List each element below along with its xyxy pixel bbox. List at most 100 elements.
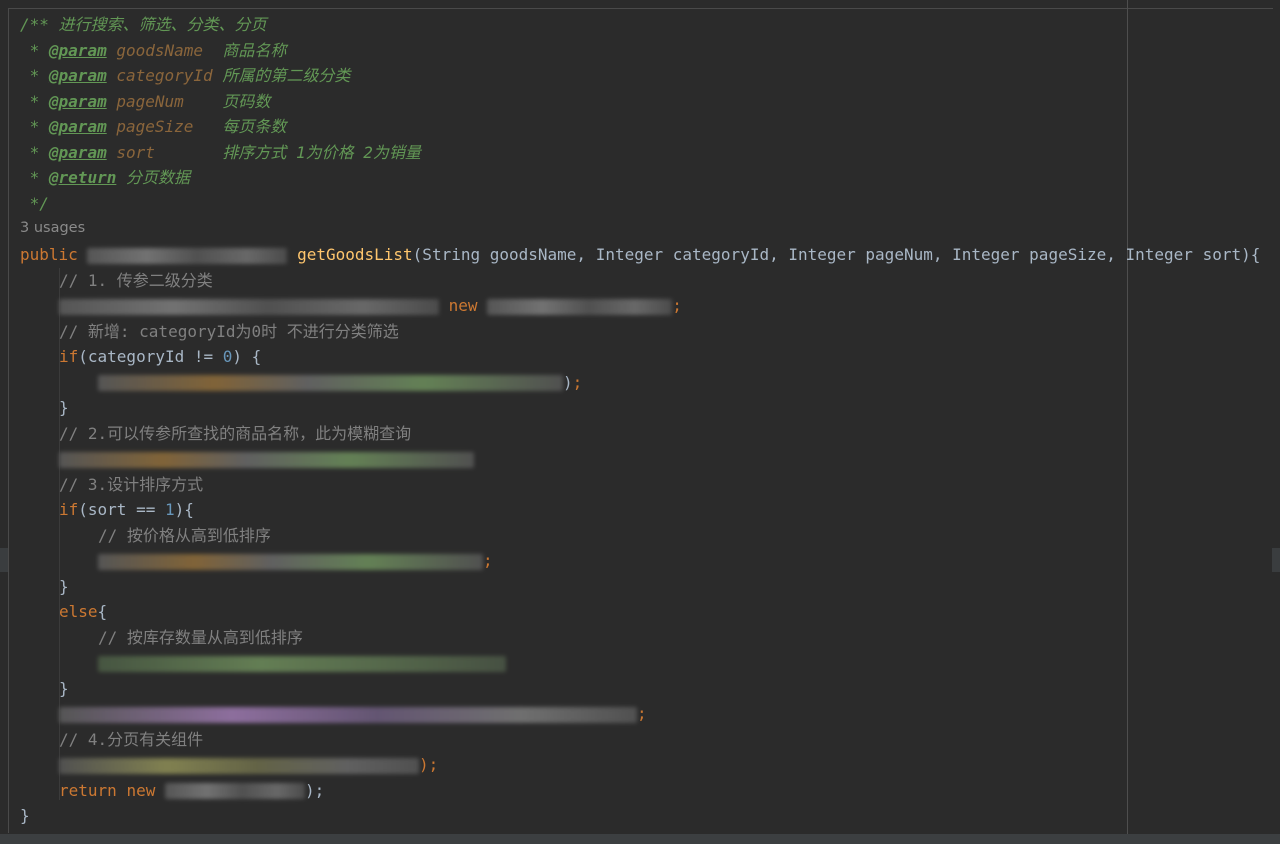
code-line: * @param pageSize 每页条数 bbox=[20, 114, 287, 140]
indent-guide bbox=[59, 625, 60, 680]
paren-semicolon: ); bbox=[304, 780, 325, 800]
code-line: /** 进行搜索、筛选、分类、分页 bbox=[20, 12, 267, 38]
return-keyword: return bbox=[59, 780, 117, 800]
doc-param-tag[interactable]: @param bbox=[49, 41, 107, 60]
code-line: return new ); bbox=[59, 778, 324, 804]
doc-comment-close: */ bbox=[20, 193, 49, 213]
method-params: (String goodsName, Integer categoryId, I… bbox=[412, 245, 1261, 264]
close-brace: } bbox=[59, 398, 69, 417]
if-close: ){ bbox=[174, 500, 194, 519]
doc-param-name: pageNum bbox=[116, 91, 184, 111]
if-condition: (sort == bbox=[78, 500, 165, 519]
redacted-code bbox=[59, 298, 439, 315]
code-editor[interactable]: /** 进行搜索、筛选、分类、分页 * @param goodsName 商品名… bbox=[0, 0, 1280, 844]
doc-param-desc: 所属的第二级分类 bbox=[222, 66, 351, 85]
doc-pad bbox=[155, 143, 222, 162]
code-line: } bbox=[59, 676, 69, 702]
code-line: } bbox=[59, 574, 69, 600]
code-line: * @param pageNum 页码数 bbox=[20, 89, 271, 115]
close-brace: } bbox=[59, 576, 69, 596]
code-line bbox=[98, 650, 506, 676]
redacted-code bbox=[59, 706, 637, 723]
code-line: // 按库存数量从高到低排序 bbox=[98, 625, 303, 651]
number-literal: 0 bbox=[222, 347, 233, 366]
code-line: ); bbox=[59, 752, 438, 778]
redacted-code bbox=[98, 655, 506, 672]
number-literal: 1 bbox=[164, 500, 175, 519]
doc-pad bbox=[203, 41, 222, 60]
doc-param-desc: 排序方式 1为价格 2为销量 bbox=[222, 142, 421, 162]
comment: // 1. 传参二级分类 bbox=[59, 270, 213, 290]
doc-param-name: pageSize bbox=[116, 117, 194, 136]
code-line: if(categoryId != 0) { bbox=[59, 344, 261, 370]
code-line: } bbox=[20, 803, 30, 829]
code-line: new ; bbox=[59, 293, 682, 319]
doc-star: * bbox=[20, 168, 49, 187]
doc-param-tag[interactable]: @param bbox=[49, 66, 107, 85]
new-keyword: new bbox=[448, 296, 478, 315]
doc-param-name: categoryId bbox=[116, 66, 213, 85]
if-close: ) { bbox=[232, 347, 262, 366]
code-line: // 按价格从高到低排序 bbox=[98, 523, 271, 549]
doc-pad bbox=[193, 117, 222, 136]
doc-pad bbox=[184, 92, 223, 111]
if-keyword: if bbox=[59, 500, 79, 519]
code-line: } bbox=[59, 395, 69, 421]
semicolon: ; bbox=[637, 704, 647, 723]
right-scroll-marker[interactable] bbox=[1272, 548, 1280, 572]
method-name[interactable]: getGoodsList bbox=[297, 245, 413, 264]
redacted-code bbox=[59, 451, 474, 468]
left-scroll-marker bbox=[0, 548, 8, 572]
horizontal-scrollbar[interactable] bbox=[0, 834, 1280, 844]
new-keyword: new bbox=[126, 780, 156, 800]
doc-comment-open: /** bbox=[20, 15, 59, 34]
code-line: // 1. 传参二级分类 bbox=[59, 268, 213, 294]
doc-param-desc: 每页条数 bbox=[222, 117, 287, 136]
comment: // 新增: categoryId为0时 不进行分类筛选 bbox=[59, 321, 399, 341]
doc-param-name: sort bbox=[116, 142, 155, 162]
code-line: ; bbox=[59, 701, 647, 727]
redacted-code bbox=[98, 553, 483, 570]
redacted-code bbox=[164, 783, 305, 799]
comment: // 按价格从高到低排序 bbox=[98, 525, 271, 545]
else-keyword: else bbox=[59, 602, 98, 621]
doc-param-desc: 页码数 bbox=[222, 91, 271, 111]
doc-param-tag[interactable]: @param bbox=[49, 92, 107, 111]
code-line: if(sort == 1){ bbox=[59, 497, 194, 523]
doc-return-desc: 分页数据 bbox=[125, 168, 190, 187]
code-line: // 4.分页有关组件 bbox=[59, 727, 203, 753]
semicolon: ; bbox=[483, 551, 493, 570]
doc-star: * bbox=[20, 91, 49, 111]
doc-param-tag[interactable]: @param bbox=[49, 117, 107, 136]
open-brace: { bbox=[97, 602, 108, 621]
comment: // 4.分页有关组件 bbox=[59, 729, 204, 749]
semicolon: ; bbox=[672, 296, 682, 315]
code-line: ; bbox=[98, 548, 493, 574]
comment: // 2.可以传参所查找的商品名称，此为模糊查询 bbox=[59, 423, 412, 443]
code-line bbox=[59, 446, 474, 472]
indent-guide bbox=[59, 370, 60, 398]
if-condition: (categoryId != bbox=[78, 347, 223, 366]
code-line: // 新增: categoryId为0时 不进行分类筛选 bbox=[59, 319, 399, 345]
usages-hint[interactable]: 3 usages bbox=[20, 216, 85, 242]
redacted-code bbox=[487, 298, 673, 315]
paren-semicolon: ); bbox=[419, 755, 439, 774]
comment: // 按库存数量从高到低排序 bbox=[98, 627, 303, 647]
comment: // 3.设计排序方式 bbox=[59, 474, 204, 494]
doc-return-tag[interactable]: @return bbox=[49, 168, 116, 187]
semicolon: ; bbox=[572, 372, 583, 392]
redacted-code bbox=[98, 375, 563, 391]
indent-guide bbox=[59, 523, 60, 578]
doc-param-desc: 商品名称 bbox=[222, 40, 287, 60]
doc-star: * bbox=[20, 142, 49, 162]
code-line: * @param categoryId 所属的第二级分类 bbox=[20, 63, 351, 89]
doc-pad bbox=[213, 66, 223, 85]
code-line: */ bbox=[20, 191, 49, 217]
code-line: * @return 分页数据 bbox=[20, 165, 190, 191]
code-line: // 2.可以传参所查找的商品名称，此为模糊查询 bbox=[59, 421, 411, 447]
if-keyword: if bbox=[59, 347, 79, 366]
code-line: * @param goodsName 商品名称 bbox=[20, 38, 287, 64]
doc-star: * bbox=[20, 40, 49, 60]
modifier-keyword: public bbox=[20, 245, 78, 264]
doc-param-tag[interactable]: @param bbox=[49, 143, 107, 162]
